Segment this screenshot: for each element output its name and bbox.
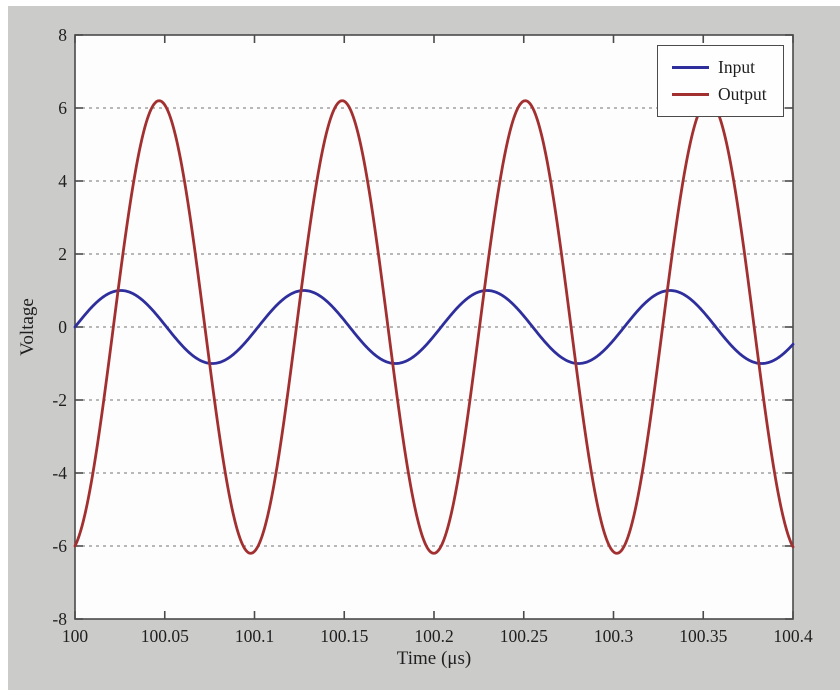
legend: Input Output: [657, 45, 784, 117]
y-tick-label: -4: [52, 463, 67, 483]
y-tick-label: 4: [58, 171, 67, 191]
legend-label-input: Input: [718, 57, 755, 77]
y-axis-label: Voltage: [17, 298, 38, 356]
x-tick-label: 100.1: [235, 626, 274, 646]
x-tick-label: 100.2: [414, 626, 453, 646]
output-line-swatch: [672, 92, 709, 96]
y-tick-label: -8: [52, 609, 67, 629]
y-tick-label: 6: [58, 98, 67, 118]
legend-item-input: Input: [672, 57, 773, 77]
x-tick-label: 100.15: [320, 626, 368, 646]
legend-label-output: Output: [718, 83, 767, 104]
x-tick-label: 100.35: [679, 626, 727, 646]
x-tick-label: 100.4: [773, 626, 813, 646]
y-tick-label: -2: [52, 390, 67, 410]
y-tick-label: 0: [58, 317, 67, 337]
x-tick-label: 100.25: [500, 626, 548, 646]
x-axis-label: Time (μs): [396, 648, 472, 669]
y-tick-label: 8: [58, 25, 67, 45]
y-tick-label: -6: [52, 536, 67, 556]
input-line-swatch: [672, 66, 709, 70]
y-tick-label: 2: [58, 244, 67, 264]
x-tick-label: 100.05: [141, 626, 189, 646]
legend-item-output: Output: [672, 83, 773, 104]
x-tick-label: 100.3: [594, 626, 634, 646]
